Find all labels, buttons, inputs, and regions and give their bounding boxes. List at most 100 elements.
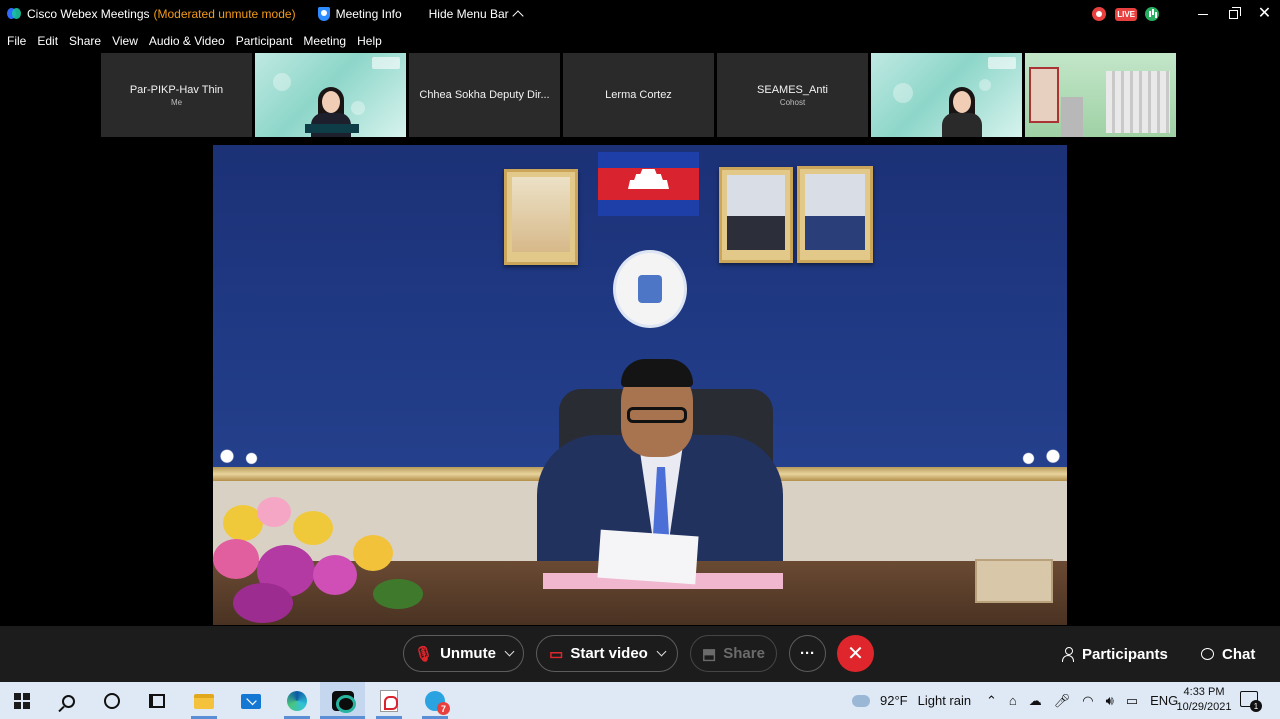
close-icon: ✕ (847, 643, 864, 665)
menu-meeting[interactable]: Meeting (303, 34, 346, 48)
telegram-button[interactable]: 7 (422, 688, 450, 715)
participant-video-tile[interactable] (1025, 53, 1176, 137)
rain-cloud-icon (852, 694, 870, 707)
participant-role: Cohost (779, 97, 806, 107)
flower-arrangement (213, 495, 453, 625)
search-icon (61, 694, 75, 708)
edge-button[interactable] (284, 688, 310, 714)
participant-name: Lerma Cortez (605, 89, 672, 101)
menu-view[interactable]: View (112, 34, 138, 48)
start-button[interactable] (9, 688, 35, 714)
recording-icon[interactable] (1092, 7, 1107, 21)
hide-menu-bar-button[interactable]: Hide Menu Bar (428, 7, 524, 22)
meeting-info-button[interactable]: Meeting Info (317, 7, 402, 21)
wall-ornament-left (213, 443, 283, 465)
share-screen-icon: ⬒ (702, 645, 717, 663)
participant-tile-self[interactable]: Par-PIKP-Hav Thin Me (101, 53, 252, 137)
microphone-icon[interactable]: 🎤︎ (1054, 693, 1071, 709)
wifi-icon[interactable]: ◠ (1082, 693, 1093, 709)
close-window-button[interactable]: ✕ (1249, 0, 1280, 28)
live-badge[interactable]: LIVE (1115, 7, 1137, 21)
event-banner (372, 57, 400, 69)
desk-nameplate (975, 559, 1053, 603)
system-tray: ⌃ ⌂ ☁ 🎤︎ ◠ 🔊︎ ▭ ENG (980, 682, 1184, 719)
menu-participant[interactable]: Participant (236, 34, 293, 48)
clock-date: 10/29/2021 (1176, 701, 1232, 713)
participant-tile[interactable]: Chhea Sokha Deputy Dir... (409, 53, 560, 137)
shield-icon (317, 7, 330, 21)
more-options-button[interactable]: ··· (789, 635, 826, 672)
file-explorer-button[interactable] (191, 688, 217, 714)
participant-name: Par-PIKP-Hav Thin (129, 83, 224, 96)
chevron-up-icon (512, 10, 524, 22)
close-icon: ✕ (1257, 5, 1272, 22)
video-off-icon: ▭ (549, 645, 564, 663)
chat-button[interactable]: Chat (1201, 643, 1255, 665)
task-view-icon (149, 694, 165, 708)
app-title: Cisco Webex Meetings (27, 7, 150, 21)
muted-microphone-icon: 🎙 (414, 645, 434, 663)
share-button[interactable]: ⬒ Share (690, 635, 777, 672)
chevron-down-icon[interactable] (504, 646, 515, 657)
chevron-up-icon[interactable]: ⌃ (986, 693, 997, 709)
clock[interactable]: 4:33 PM 10/29/2021 (1172, 685, 1236, 715)
menu-edit[interactable]: Edit (37, 34, 58, 48)
flag-emblem (628, 169, 669, 189)
search-button[interactable] (55, 688, 81, 714)
participants-button[interactable]: Participants (1062, 643, 1168, 665)
unmute-button[interactable]: 🎙 Unmute (403, 635, 524, 672)
portrait-frame (719, 167, 793, 263)
participant-tile[interactable]: Lerma Cortez (563, 53, 714, 137)
moderated-mode-label: (Moderated unmute mode) (153, 7, 296, 21)
participant-name: SEAMES_Anti (757, 83, 828, 96)
battery-icon[interactable]: ▭ (1126, 693, 1138, 709)
portrait-frame (797, 166, 873, 263)
notification-badge: 1 (1250, 700, 1262, 712)
meeting-controls: 🎙 Unmute ▭ Start video ⬒ Share ··· ✕ Par… (0, 626, 1280, 682)
papers (597, 529, 699, 585)
cortana-icon (104, 693, 120, 709)
wall-ornament-right (997, 443, 1067, 465)
webex-icon (332, 691, 356, 713)
more-icon: ··· (800, 645, 815, 662)
participant-strip: Par-PIKP-Hav Thin Me Chhea Sokha Deputy … (101, 53, 1176, 137)
participant-video-tile[interactable] (871, 53, 1022, 137)
end-meeting-button[interactable]: ✕ (837, 635, 874, 672)
notification-center-button[interactable]: 1 (1240, 691, 1262, 712)
connection-stats-icon[interactable] (1145, 7, 1159, 21)
title-bar: Cisco Webex Meetings (Moderated unmute m… (0, 0, 1280, 28)
menu-help[interactable]: Help (357, 34, 382, 48)
chevron-down-icon[interactable] (656, 646, 667, 657)
mail-button[interactable] (238, 688, 264, 714)
participants-icon (1062, 647, 1074, 662)
maximize-button[interactable] (1218, 0, 1249, 28)
start-video-button[interactable]: ▭ Start video (536, 635, 678, 672)
participant-name: Chhea Sokha Deputy Dir... (419, 89, 550, 101)
start-video-label: Start video (570, 645, 648, 662)
chat-label: Chat (1222, 645, 1256, 663)
restore-icon (1229, 6, 1241, 19)
menu-file[interactable]: File (7, 34, 26, 48)
menu-audio-video[interactable]: Audio & Video (149, 34, 225, 48)
volume-icon[interactable]: 🔊︎ (1106, 693, 1114, 709)
webex-taskbar-button[interactable] (330, 688, 356, 714)
minimize-icon (1197, 13, 1208, 15)
portrait-frame (504, 169, 578, 265)
hide-menu-bar-label: Hide Menu Bar (428, 7, 509, 21)
acrobat-button[interactable] (376, 688, 402, 714)
share-label: Share (723, 645, 765, 662)
minimize-button[interactable] (1187, 0, 1218, 28)
menu-share[interactable]: Share (69, 34, 101, 48)
onedrive-icon[interactable]: ☁ (1029, 693, 1042, 709)
meet-now-icon[interactable]: ⌂ (1009, 693, 1017, 708)
cortana-button[interactable] (99, 688, 125, 714)
weather-widget[interactable]: 92°F Light rain (852, 682, 971, 719)
telegram-badge: 7 (437, 702, 450, 715)
room-board (1029, 67, 1059, 123)
participant-video-desk (305, 124, 359, 133)
participant-tile-cohost[interactable]: SEAMES_Anti Cohost (717, 53, 868, 137)
webex-logo-icon (7, 7, 21, 21)
task-view-button[interactable] (144, 688, 170, 714)
chat-icon (1201, 648, 1214, 660)
participant-video-tile[interactable] (255, 53, 406, 137)
